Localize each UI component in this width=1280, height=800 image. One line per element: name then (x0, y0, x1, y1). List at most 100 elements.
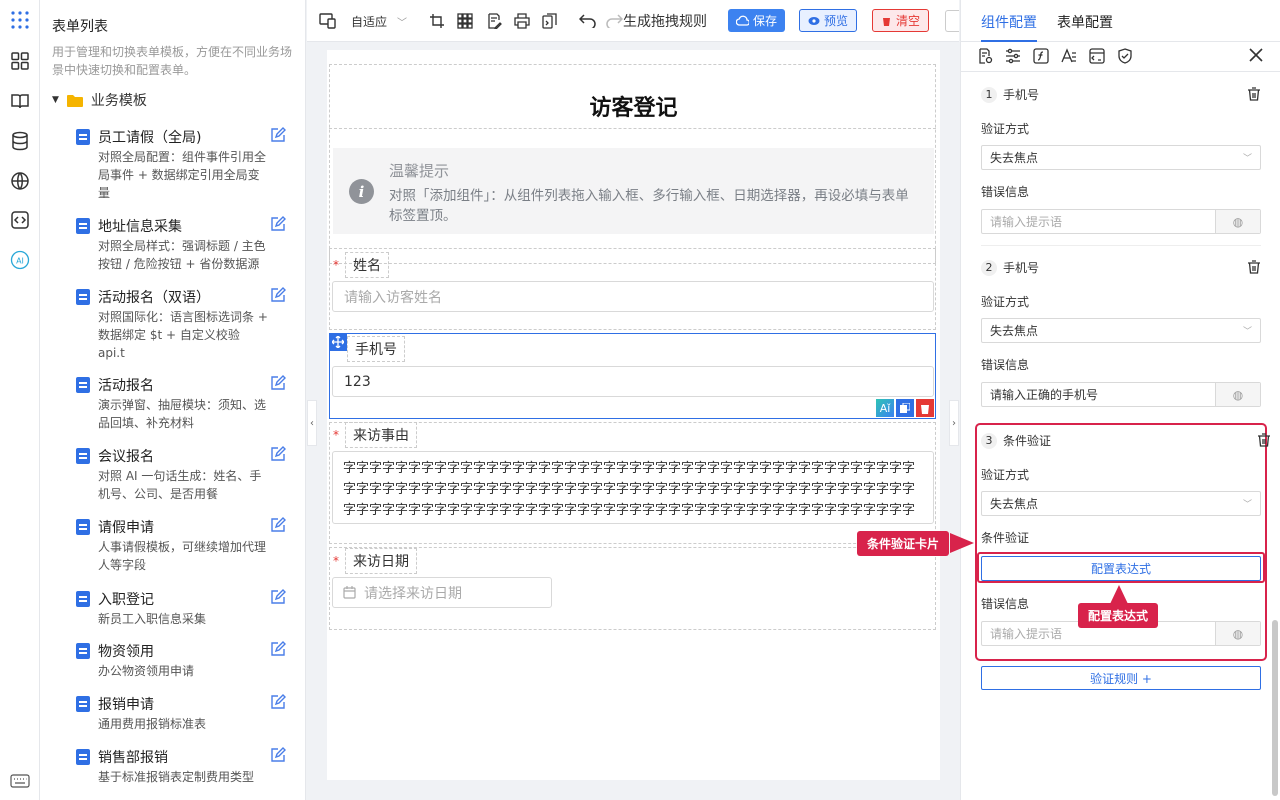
phone-input[interactable]: 123 (332, 366, 934, 397)
panel-description: 用于管理和切换表单模板，方便在不同业务场景中快速切换和配置表单。 (52, 45, 293, 77)
print-icon[interactable] (514, 11, 530, 31)
title-divider (329, 128, 936, 129)
error-label: 错误信息 (981, 597, 1030, 611)
document-icon (76, 448, 90, 464)
folder-business-templates[interactable]: ▼ 业务模板 (52, 90, 147, 110)
error-placeholder: 请输入提示语 (990, 627, 1063, 641)
method-select[interactable]: 失去焦点 ﹀ (981, 145, 1261, 170)
function-icon[interactable] (1033, 48, 1051, 66)
document-icon (76, 377, 90, 393)
edit-icon[interactable] (270, 694, 288, 712)
svg-text:AI: AI (16, 257, 24, 266)
adapt-select[interactable]: 自适应 ﹀ (351, 11, 407, 31)
grid-dots-icon[interactable] (8, 8, 32, 32)
generate-rule-button[interactable]: 生成拖拽规则 (623, 11, 707, 31)
undo-icon[interactable] (579, 11, 597, 31)
edit-icon[interactable] (270, 127, 288, 145)
close-icon[interactable] (1249, 48, 1267, 66)
rule-number: 2 (981, 259, 997, 276)
reason-textarea[interactable]: 字字字字字字字字字字字字字字字字字字字字字字字字字字字字字字字字字字字字字字字字… (332, 451, 934, 524)
cloud-icon (736, 15, 749, 26)
tab-component-config[interactable]: 组件配置 (981, 12, 1037, 32)
delete-icon[interactable] (916, 399, 934, 417)
globe-icon[interactable]: ◍ (1215, 383, 1260, 406)
book-icon[interactable] (8, 89, 32, 113)
date-picker[interactable]: 请选择来访日期 (332, 577, 552, 608)
method-select[interactable]: 失去焦点 ﹀ (981, 318, 1261, 343)
globe-icon[interactable]: ◍ (1215, 622, 1260, 645)
add-rule-button[interactable]: 验证规则 + (981, 666, 1261, 690)
save-button[interactable]: 保存 (728, 9, 786, 32)
panel-title: 表单列表 (52, 19, 108, 35)
crop-icon[interactable] (429, 11, 445, 31)
error-label: 错误信息 (981, 358, 1030, 372)
edit-icon[interactable] (270, 287, 288, 305)
ai-icon[interactable]: AI (8, 248, 32, 272)
shield-check-icon[interactable] (1117, 48, 1135, 66)
delete-rule-icon[interactable] (1247, 87, 1261, 101)
clear-label: 清空 (896, 14, 921, 28)
form-title: 访客登记 (589, 96, 678, 121)
apps-icon[interactable] (8, 49, 32, 73)
edit-icon[interactable] (270, 216, 288, 234)
reason-label: * 来访事由 (333, 422, 417, 448)
globe-icon[interactable] (8, 169, 32, 193)
error-input[interactable]: 请输入正确的手机号 ◍ (981, 382, 1261, 407)
keyboard-icon[interactable] (8, 769, 32, 793)
save-label: 保存 (753, 14, 778, 28)
tab-form-config[interactable]: 表单配置 (1057, 12, 1113, 32)
config-icon-bar (961, 42, 1280, 72)
doc-settings-icon[interactable] (977, 48, 995, 66)
grid-icon[interactable] (457, 11, 473, 31)
edit-doc-icon[interactable] (486, 11, 502, 31)
more-button[interactable] (945, 10, 959, 32)
template-name: 报销申请 (98, 697, 154, 713)
template-desc: 对照全局样式：强调标题 / 主色按钮 / 危险按钮 + 省份数据源 (98, 239, 266, 271)
code-block-icon[interactable] (1089, 48, 1107, 66)
required-mark: * (333, 428, 339, 442)
edit-icon[interactable] (270, 589, 288, 607)
tip-alert: i 温馨提示 对照「添加组件」：从组件列表拖入输入框、多行输入框、日期选择器，再… (333, 148, 934, 234)
clear-button[interactable]: 清空 (872, 9, 930, 32)
name-input[interactable]: 请输入访客姓名 (332, 281, 934, 312)
template-desc: 对照 AI 一句话生成：姓名、手机号、公司、是否用餐 (98, 469, 262, 501)
text-style-icon[interactable] (1061, 48, 1079, 66)
method-select[interactable]: 失去焦点 ﹀ (981, 491, 1261, 516)
chevron-down-icon: ﹀ (1242, 500, 1252, 510)
delete-rule-icon[interactable] (1257, 433, 1271, 447)
calendar-icon (343, 586, 356, 599)
edit-icon[interactable] (270, 747, 288, 765)
device-icon[interactable] (319, 11, 337, 31)
template-desc: 人事请假模板，可继续增加代理人等字段 (98, 540, 267, 572)
collapse-left-handle[interactable]: ‹ (307, 400, 317, 446)
scrollbar[interactable] (1272, 620, 1278, 796)
edit-icon[interactable] (270, 517, 288, 535)
chevron-down-icon: ﹀ (397, 17, 408, 29)
preview-button[interactable]: 预览 (799, 9, 858, 32)
document-icon (76, 289, 90, 305)
rule-title: 手机号 (1003, 88, 1040, 102)
ai-assist-icon[interactable]: Aǐ (876, 399, 894, 417)
database-icon[interactable] (8, 129, 32, 153)
error-input[interactable]: 请输入提示语 ◍ (981, 209, 1261, 234)
redo-icon[interactable] (605, 11, 623, 31)
template-desc: 基于标准报销表定制费用类型 (98, 770, 255, 784)
copy-icon[interactable] (896, 399, 914, 417)
chevron-down-icon: ﹀ (1242, 154, 1252, 164)
date-label: * 来访日期 (333, 548, 417, 574)
drag-move-icon[interactable] (329, 333, 347, 351)
delete-rule-icon[interactable] (1247, 260, 1261, 274)
template-desc: 对照国际化：语言图标选词条 + 数据绑定 $t + 自定义校验 api.t (98, 310, 268, 360)
sliders-icon[interactable] (1005, 48, 1023, 66)
edit-icon[interactable] (270, 446, 288, 464)
rule-header: 1 手机号 (981, 86, 1039, 103)
condition-label: 条件验证 (981, 531, 1030, 545)
canvas-area: 自适应 ﹀ 生成拖拽规则 保存 预览 清空 ‹ › 访客登记 i 温馨提示 对照「… (307, 0, 959, 800)
divider (981, 245, 1261, 246)
edit-icon[interactable] (270, 375, 288, 393)
copy-json-icon[interactable] (542, 11, 558, 31)
edit-icon[interactable] (270, 641, 288, 659)
collapse-right-handle[interactable]: › (949, 400, 959, 446)
code-icon[interactable] (8, 208, 32, 232)
globe-icon[interactable]: ◍ (1215, 210, 1260, 233)
